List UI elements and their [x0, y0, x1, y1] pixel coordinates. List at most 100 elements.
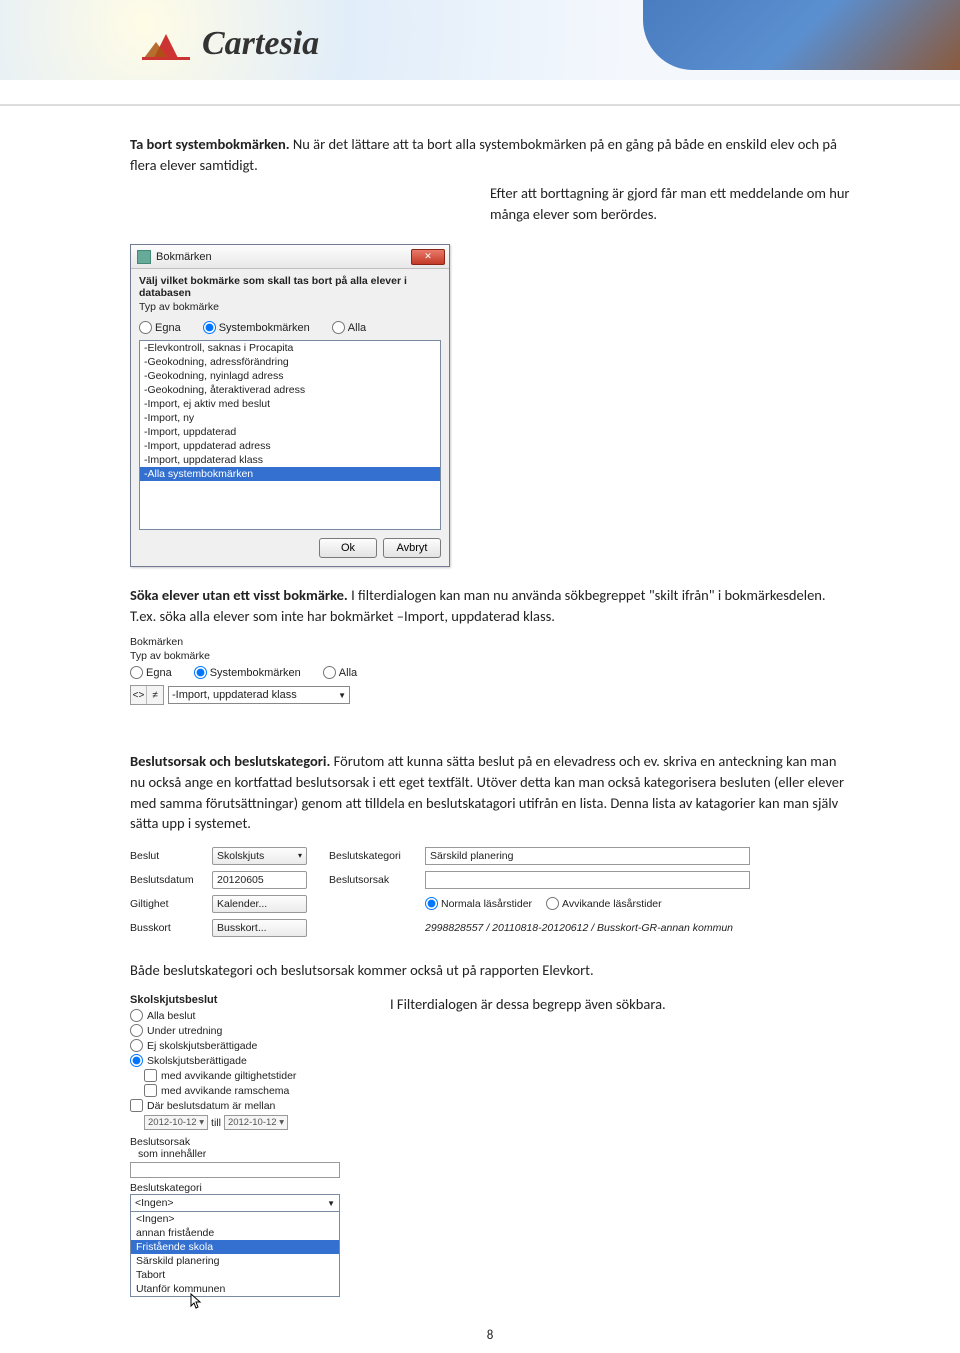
- text-input[interactable]: Särskild planering: [425, 847, 750, 865]
- filter-title: Skolskjutsbeslut: [130, 994, 340, 1006]
- bookmark-select[interactable]: -Import, uppdaterad klass ▼: [168, 686, 350, 704]
- paragraph-5: Både beslutskategori och beslutsorsak ko…: [130, 960, 850, 981]
- field-control[interactable]: Skolskjuts▾: [212, 847, 307, 865]
- radio-2[interactable]: Ej skolskjutsberättigade: [130, 1038, 340, 1053]
- p4-heading: Beslutsorsak och beslutskategori.: [130, 752, 330, 770]
- text-input[interactable]: [425, 871, 750, 889]
- bookmark-listbox[interactable]: -Elevkontroll, saknas i Procapita-Geokod…: [139, 340, 441, 530]
- sf-title: Bokmärken: [130, 636, 350, 648]
- p1-heading: Ta bort systembokmärken.: [130, 135, 290, 153]
- list-item[interactable]: -Import, ej aktiv med beslut: [140, 397, 440, 411]
- decision-row: BeslutSkolskjuts▾BeslutskategoriSärskild…: [130, 844, 750, 868]
- date-from-picker[interactable]: 2012-10-12 ▾: [144, 1115, 208, 1130]
- paragraph-3: Söka elever utan ett visst bokmärke. I f…: [130, 585, 850, 626]
- radio-alla[interactable]: Alla: [323, 666, 357, 679]
- radio-3[interactable]: Skolskjutsberättigade: [130, 1053, 340, 1068]
- logo: Cartesia: [140, 24, 319, 64]
- checkbox-row[interactable]: med avvikande giltighetstider: [144, 1068, 340, 1083]
- dropdown-option[interactable]: Fristående skola: [131, 1240, 339, 1254]
- close-icon[interactable]: ✕: [411, 249, 445, 265]
- decision-form: BeslutSkolskjuts▾BeslutskategoriSärskild…: [130, 844, 750, 940]
- list-item[interactable]: -Alla systembokmärken: [140, 467, 440, 481]
- field-control[interactable]: Busskort...: [212, 919, 307, 937]
- cancel-button[interactable]: Avbryt: [383, 538, 441, 558]
- radio-1[interactable]: Under utredning: [130, 1023, 340, 1038]
- list-item[interactable]: -Import, uppdaterad adress: [140, 439, 440, 453]
- date-range-check[interactable]: Där beslutsdatum är mellan: [130, 1098, 340, 1113]
- list-item[interactable]: -Import, uppdaterad: [140, 425, 440, 439]
- date-sep: till: [211, 1117, 221, 1129]
- dialog-title: Bokmärken: [156, 251, 411, 263]
- chevron-down-icon: ▼: [327, 1199, 335, 1208]
- radio-input[interactable]: [194, 666, 207, 679]
- field-label: Beslutsdatum: [130, 874, 212, 886]
- dropdown-value: <Ingen>: [135, 1197, 174, 1209]
- radio-input[interactable]: [203, 321, 216, 334]
- sf-radio-group: EgnaSystembokmärkenAlla: [130, 664, 350, 685]
- radio-input[interactable]: [130, 666, 143, 679]
- radio-0[interactable]: Alla beslut: [130, 1008, 340, 1023]
- date-to-picker[interactable]: 2012-10-12 ▾: [224, 1115, 288, 1130]
- header-cloud-graphic: [643, 0, 960, 70]
- list-item[interactable]: -Geokodning, adressförändring: [140, 355, 440, 369]
- radio-label: Systembokmärken: [210, 667, 301, 679]
- date-range-checkbox[interactable]: [130, 1099, 143, 1112]
- bookmark-select-value: -Import, uppdaterad klass: [172, 689, 297, 701]
- bookmark-delete-dialog: Bokmärken ✕ Välj vilket bokmärke som ska…: [130, 244, 450, 567]
- list-item[interactable]: -Import, uppdaterad klass: [140, 453, 440, 467]
- radio-option[interactable]: Avvikande läsårstider: [546, 897, 662, 910]
- filter-operator-buttons: <> ≠: [130, 685, 164, 705]
- field-label: Giltighet: [130, 898, 212, 910]
- bookmark-filter-panel: Bokmärken Typ av bokmärke Egna Systembokm…: [130, 636, 350, 705]
- radio-label: Systembokmärken: [219, 322, 310, 334]
- field-control[interactable]: 20120605: [212, 871, 307, 889]
- busskort-info: 2998828557 / 20110818-20120612 / Busskor…: [425, 922, 733, 934]
- checkbox-row[interactable]: med avvikande ramschema: [144, 1083, 340, 1098]
- radio-input[interactable]: [323, 666, 336, 679]
- radio-egna[interactable]: Egna: [139, 321, 181, 334]
- orsak-label: Beslutsorsak: [130, 1136, 340, 1148]
- orsak-sub: som innehåller: [130, 1148, 340, 1160]
- decision-row: Beslutsdatum20120605 Beslutsorsak: [130, 868, 750, 892]
- field-label-2: Beslutsorsak: [329, 874, 425, 886]
- chevron-down-icon: ▾: [298, 851, 302, 860]
- bookmark-icon: [137, 250, 151, 264]
- radio-option[interactable]: Normala läsårstider: [425, 897, 532, 910]
- field-control[interactable]: Kalender...: [212, 895, 307, 913]
- dropdown-option[interactable]: Särskild planering: [131, 1254, 339, 1268]
- decision-row: BusskortBusskort...2998828557 / 20110818…: [130, 916, 750, 940]
- p3-heading: Söka elever utan ett visst bokmärke.: [130, 586, 348, 604]
- ok-button[interactable]: Ok: [319, 538, 377, 558]
- radio-systembokmärken[interactable]: Systembokmärken: [203, 321, 310, 334]
- radio-label: Egna: [146, 667, 172, 679]
- dropdown-option[interactable]: Utanför kommunen: [131, 1282, 339, 1296]
- radio-egna[interactable]: Egna: [130, 666, 172, 679]
- list-item[interactable]: -Import, ny: [140, 411, 440, 425]
- sf-type-label: Typ av bokmärke: [130, 650, 350, 662]
- operator-notequals-button[interactable]: ≠: [147, 686, 163, 704]
- paragraph-2: Efter att borttagning är gjord får man e…: [490, 183, 850, 224]
- paragraph-6: I Filterdialogen är dessa begrepp även s…: [390, 994, 666, 1015]
- list-item[interactable]: -Geokodning, nyinlagd adress: [140, 369, 440, 383]
- list-item[interactable]: -Geokodning, återaktiverad adress: [140, 383, 440, 397]
- orsak-input[interactable]: [130, 1162, 340, 1178]
- operator-equals-button[interactable]: <>: [131, 686, 147, 704]
- paragraph-1: Ta bort systembokmärken. Nu är det lätta…: [130, 134, 850, 175]
- radio-label: Egna: [155, 322, 181, 334]
- dialog-titlebar[interactable]: Bokmärken ✕: [131, 245, 449, 269]
- chevron-down-icon: ▼: [338, 691, 346, 700]
- radio-input[interactable]: [139, 321, 152, 334]
- dropdown-option[interactable]: <Ingen>: [131, 1212, 339, 1226]
- list-item[interactable]: -Elevkontroll, saknas i Procapita: [140, 341, 440, 355]
- skolskjutsbeslut-filter-panel: Skolskjutsbeslut Alla beslutUnder utredn…: [130, 994, 340, 1314]
- kategori-dropdown-open[interactable]: <Ingen> ▼ <Ingen>annan friståendeFriståe…: [130, 1194, 340, 1297]
- radio-input[interactable]: [332, 321, 345, 334]
- radio-label: Alla: [348, 322, 366, 334]
- dropdown-option[interactable]: annan fristående: [131, 1226, 339, 1240]
- decision-row: GiltighetKalender... Normala läsårstider A…: [130, 892, 750, 916]
- dropdown-option[interactable]: Tabort: [131, 1268, 339, 1282]
- dialog-header-line: Välj vilket bokmärke som skall tas bort …: [139, 275, 441, 299]
- radio-systembokmärken[interactable]: Systembokmärken: [194, 666, 301, 679]
- date-range-label: Där beslutsdatum är mellan: [147, 1100, 275, 1112]
- radio-alla[interactable]: Alla: [332, 321, 366, 334]
